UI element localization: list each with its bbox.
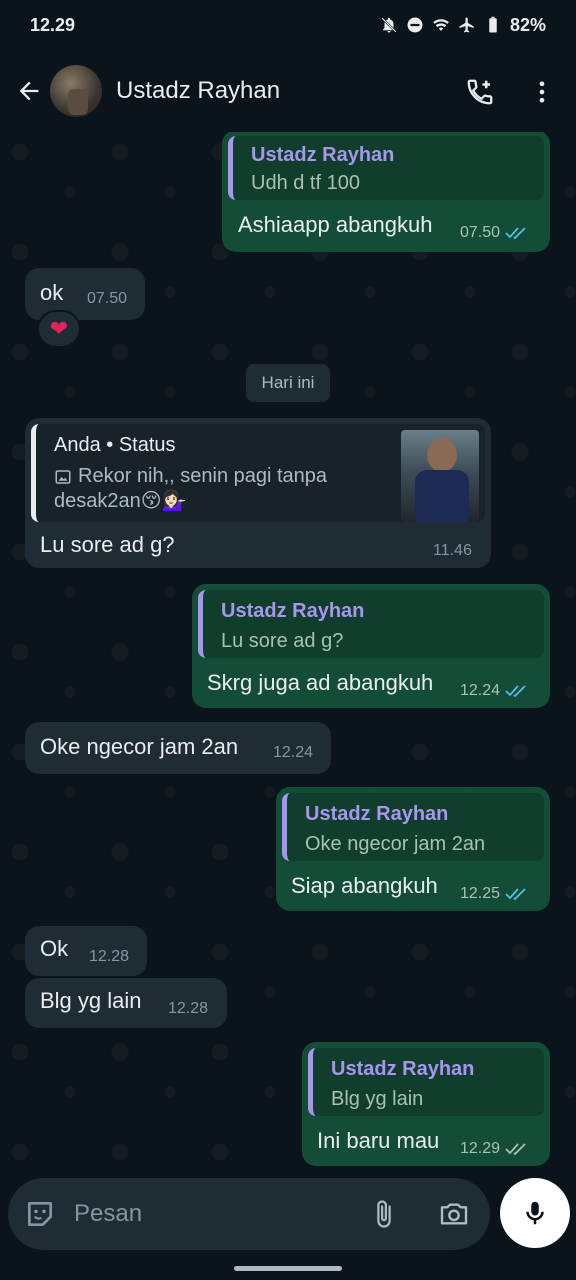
message-bubble-outgoing[interactable]: Ustadz Rayhan Oke ngecor jam 2an Siap ab… xyxy=(276,787,550,911)
quoted-text: Lu sore ad g? xyxy=(221,630,344,652)
back-button[interactable] xyxy=(4,66,54,116)
message-bubble-incoming[interactable]: Oke ngecor jam 2an 12.24 xyxy=(25,722,331,774)
status-thumbnail xyxy=(401,430,479,522)
message-meta: 12.24 xyxy=(460,682,529,700)
message-meta: 12.24 xyxy=(273,744,313,762)
quoted-text: Udh d tf 100 xyxy=(251,172,360,194)
status-icons: 82% xyxy=(380,15,546,36)
message-list[interactable]: Ustadz Rayhan Udh d tf 100 Ashiaapp aban… xyxy=(0,132,576,1178)
message-meta: 07.50 xyxy=(460,224,529,242)
status-bar: 12.29 82% xyxy=(0,0,576,50)
message-text: Ok xyxy=(40,936,69,961)
double-tick-icon xyxy=(505,888,526,901)
heart-icon: ❤ xyxy=(49,316,69,341)
add-call-button[interactable] xyxy=(460,72,500,112)
more-options-button[interactable] xyxy=(522,72,562,112)
message-bubble-incoming[interactable]: ok 07.50 xyxy=(25,268,145,320)
message-time: 12.25 xyxy=(460,885,501,902)
message-text: Ashiaapp abangkuh xyxy=(238,212,433,237)
message-text: Oke ngecor jam 2an xyxy=(40,734,239,759)
message-time: 11.46 xyxy=(433,542,472,559)
message-meta: 07.50 xyxy=(87,290,127,308)
message-meta: 11.46 xyxy=(433,542,472,560)
voice-message-button[interactable] xyxy=(500,1178,570,1248)
attach-icon xyxy=(377,1200,391,1228)
message-reaction[interactable]: ❤ xyxy=(37,310,81,348)
message-time: 07.50 xyxy=(460,224,501,241)
message-text: Skrg juga ad abangkuh xyxy=(207,670,434,695)
more-vert-icon xyxy=(539,81,545,103)
quoted-text: Blg yg lain xyxy=(331,1088,424,1110)
quoted-text: Oke ngecor jam 2an xyxy=(305,833,486,855)
wifi-icon xyxy=(433,19,449,31)
message-input[interactable] xyxy=(74,1200,344,1228)
message-meta: 12.28 xyxy=(168,1000,208,1018)
message-time: 12.24 xyxy=(460,682,501,699)
quoted-message[interactable]: Ustadz Rayhan Oke ngecor jam 2an xyxy=(282,793,544,861)
add-call-icon xyxy=(467,79,493,105)
quoted-message[interactable]: Ustadz Rayhan Blg yg lain xyxy=(308,1048,544,1116)
mute-bell-icon xyxy=(381,17,397,33)
quoted-sender: Ustadz Rayhan xyxy=(251,144,395,166)
dnd-icon xyxy=(407,17,423,33)
quoted-sender: Ustadz Rayhan xyxy=(221,600,365,622)
double-tick-icon xyxy=(505,685,526,698)
message-meta: 12.25 xyxy=(460,885,529,903)
message-text: Ini baru mau xyxy=(317,1128,440,1153)
contact-name[interactable]: Ustadz Rayhan xyxy=(116,77,280,105)
camera-icon xyxy=(440,1203,468,1225)
airplane-icon xyxy=(459,17,474,33)
double-tick-icon xyxy=(505,227,526,240)
quoted-sender: Anda • Status xyxy=(54,434,176,456)
message-bubble-outgoing[interactable]: Ustadz Rayhan Blg yg lain Ini baru mau 1… xyxy=(302,1042,550,1166)
message-bubble-incoming[interactable]: Ok 12.28 xyxy=(25,926,147,976)
camera-button[interactable] xyxy=(434,1194,474,1234)
message-time: 12.24 xyxy=(273,744,314,761)
message-text: Siap abangkuh xyxy=(291,873,438,898)
message-composer xyxy=(8,1178,490,1250)
message-bubble-incoming[interactable]: Blg yg lain 12.28 xyxy=(25,978,227,1028)
attach-button[interactable] xyxy=(364,1194,404,1234)
date-divider: Hari ini xyxy=(246,364,330,402)
message-bubble-incoming[interactable]: Anda • Status Rekor nih,, senin pagi tan… xyxy=(25,418,491,568)
status-time: 12.29 xyxy=(30,14,76,35)
emoji-icon xyxy=(28,1202,52,1226)
message-time: 12.28 xyxy=(168,1000,209,1017)
message-text: Lu sore ad g? xyxy=(40,532,175,557)
gesture-navigation-bar xyxy=(234,1266,342,1271)
battery-percent: 82% xyxy=(509,14,546,35)
double-tick-icon xyxy=(505,1143,526,1156)
quoted-text: Rekor nih,, senin pagi tanpa desak2an😚💁🏻… xyxy=(54,465,328,512)
mic-icon xyxy=(526,1201,544,1225)
back-arrow-icon xyxy=(19,81,39,101)
message-time: 12.29 xyxy=(460,1140,501,1157)
chat-header: Ustadz Rayhan xyxy=(0,50,576,132)
quoted-sender: Ustadz Rayhan xyxy=(305,803,449,825)
quoted-status[interactable]: Anda • Status Rekor nih,, senin pagi tan… xyxy=(31,424,485,522)
message-time: 12.28 xyxy=(89,948,130,965)
message-text: ok xyxy=(40,280,64,305)
quoted-sender: Ustadz Rayhan xyxy=(331,1058,475,1080)
message-bubble-outgoing[interactable]: Ustadz Rayhan Udh d tf 100 Ashiaapp aban… xyxy=(222,132,550,252)
message-time: 07.50 xyxy=(87,290,128,307)
quoted-message[interactable]: Ustadz Rayhan Udh d tf 100 xyxy=(228,136,544,200)
battery-icon xyxy=(489,16,497,33)
message-bubble-outgoing[interactable]: Ustadz Rayhan Lu sore ad g? Skrg juga ad… xyxy=(192,584,550,708)
avatar[interactable] xyxy=(50,65,102,117)
message-meta: 12.28 xyxy=(89,948,129,966)
emoji-button[interactable] xyxy=(20,1194,60,1234)
message-text: Blg yg lain xyxy=(40,988,142,1013)
quoted-message[interactable]: Ustadz Rayhan Lu sore ad g? xyxy=(198,590,544,658)
message-meta: 12.29 xyxy=(460,1140,529,1158)
